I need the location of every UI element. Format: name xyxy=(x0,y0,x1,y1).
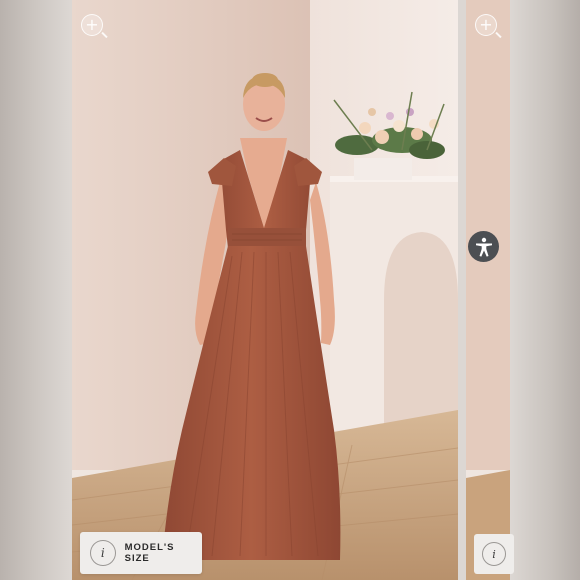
zoom-in-button-next[interactable]: + xyxy=(475,14,502,39)
info-icon: i xyxy=(482,542,506,566)
dress-photo xyxy=(72,0,458,580)
models-size-button-next[interactable]: i xyxy=(474,534,514,574)
product-image-next[interactable]: + xyxy=(466,0,510,580)
zoom-in-icon: + xyxy=(85,15,99,34)
models-size-label: MODEL'S SIZE xyxy=(124,542,175,564)
product-image-main[interactable]: + xyxy=(72,0,458,580)
accessibility-icon xyxy=(475,237,492,257)
info-icon: i xyxy=(90,540,116,566)
zoom-in-icon: + xyxy=(479,15,493,34)
zoom-in-button[interactable]: + xyxy=(81,14,108,39)
models-size-button[interactable]: i MODEL'S SIZE xyxy=(80,532,202,574)
next-photo xyxy=(466,0,510,580)
accessibility-button[interactable] xyxy=(468,231,499,262)
